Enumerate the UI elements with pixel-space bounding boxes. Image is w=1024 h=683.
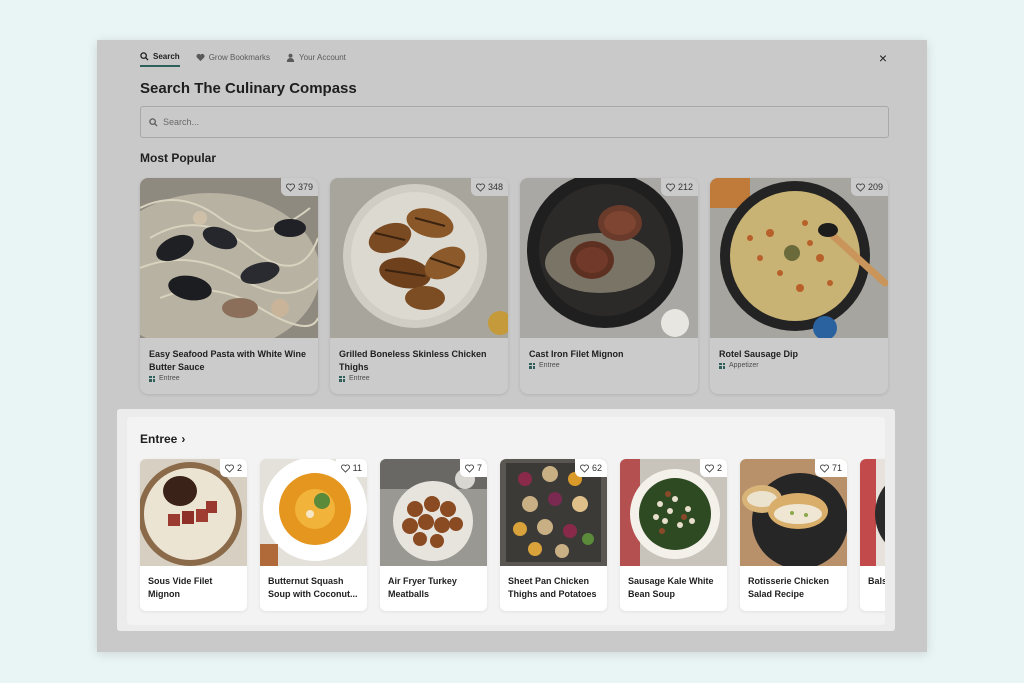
most-popular-list: 379 Easy Seafood Pasta with White Wine B… (140, 178, 888, 394)
entree-carousel[interactable]: 2 Sous Vide Filet Mignon 11 Butternut Sq… (140, 459, 885, 611)
like-count-value: 11 (352, 463, 362, 473)
recipe-image-filet-mignon (520, 178, 698, 338)
recipe-name: Balsamic Chicken (868, 576, 885, 586)
recipe-name: Easy Seafood Pasta with White Wine Butte… (149, 349, 306, 372)
recipe-card[interactable]: 11 Butternut Squash Soup with Coconut... (260, 459, 367, 611)
like-count[interactable]: 348 (470, 178, 508, 196)
like-count[interactable]: 379 (280, 178, 318, 196)
heart-icon (475, 182, 485, 192)
heart-icon (196, 53, 205, 61)
like-count-value: 209 (867, 182, 883, 192)
search-modal: Search Grow Bookmarks Your Account × Sea… (97, 40, 927, 652)
like-count-value: 2 (716, 463, 722, 473)
like-count[interactable]: 71 (814, 459, 847, 477)
recipe-image-grilled-chicken (330, 178, 508, 338)
like-count-value: 2 (236, 463, 242, 473)
category-icon (339, 375, 345, 382)
entree-panel: Entree › 2 Sous Vide Filet Mignon 11 But… (127, 417, 885, 625)
recipe-name: Butternut Squash Soup with Coconut... (268, 576, 358, 599)
heart-icon (855, 182, 865, 192)
category-icon (529, 362, 535, 369)
recipe-card[interactable]: 379 Easy Seafood Pasta with White Wine B… (140, 178, 318, 394)
like-count[interactable]: 209 (850, 178, 888, 196)
like-count-value: 379 (297, 182, 313, 192)
recipe-category-label: Entree (349, 375, 370, 382)
recipe-card[interactable]: 212 Cast Iron Filet Mignon Entree (520, 178, 698, 394)
heart-icon (820, 463, 829, 473)
search-input[interactable] (163, 117, 888, 127)
heart-icon (465, 463, 474, 473)
recipe-category-label: Entree (539, 362, 560, 369)
like-count-value: 348 (487, 182, 503, 192)
like-count[interactable]: 212 (660, 178, 698, 196)
recipe-name: Air Fryer Turkey Meatballs (388, 576, 457, 599)
recipe-category-label: Entree (159, 375, 180, 382)
entree-heading-link[interactable]: Entree › (140, 432, 185, 446)
like-count-value: 62 (591, 463, 602, 473)
recipe-card[interactable]: 2 Sausage Kale White Bean Soup (620, 459, 727, 611)
recipe-name: Sausage Kale White Bean Soup (628, 576, 714, 599)
recipe-image-seafood-pasta (140, 178, 318, 338)
like-count-value: 7 (476, 463, 482, 473)
tab-search-label: Search (153, 51, 180, 61)
page-title: Search The Culinary Compass (140, 80, 357, 97)
modal-tabs: Search Grow Bookmarks Your Account (140, 47, 346, 67)
heart-icon (225, 463, 234, 473)
recipe-image-rotel-dip (710, 178, 888, 338)
recipe-category: Entree (140, 374, 318, 383)
tab-your-account[interactable]: Your Account (286, 47, 346, 67)
heart-icon (580, 463, 589, 473)
recipe-category: Appetizer (710, 361, 888, 370)
most-popular-heading: Most Popular (140, 151, 217, 165)
category-icon (719, 362, 725, 369)
tab-grow-bookmarks[interactable]: Grow Bookmarks (196, 47, 270, 67)
recipe-name: Sous Vide Filet Mignon (148, 576, 213, 599)
recipe-card[interactable]: 209 Rotel Sausage Dip Appetizer (710, 178, 888, 394)
entree-section: Entree › 2 Sous Vide Filet Mignon 11 But… (117, 409, 895, 631)
recipe-card[interactable]: 71 Rotisserie Chicken Salad Recipe (740, 459, 847, 611)
search-icon (140, 51, 149, 61)
recipe-card[interactable]: 348 Grilled Boneless Skinless Chicken Th… (330, 178, 508, 394)
like-count[interactable]: 62 (574, 459, 607, 477)
tab-search[interactable]: Search (140, 47, 180, 67)
like-count[interactable]: 2 (699, 459, 727, 477)
recipe-name: Sheet Pan Chicken Thighs and Potatoes (508, 576, 597, 599)
category-icon (149, 375, 155, 382)
search-field[interactable] (140, 106, 889, 138)
like-count-value: 212 (677, 182, 693, 192)
heart-icon (340, 463, 350, 473)
close-icon[interactable]: × (879, 50, 887, 66)
recipe-category: Entree (520, 361, 698, 370)
like-count-value: 71 (831, 463, 842, 473)
heart-icon (705, 463, 714, 473)
chevron-right-icon: › (181, 432, 186, 446)
like-count[interactable]: 11 (335, 459, 367, 477)
recipe-name: Grilled Boneless Skinless Chicken Thighs (339, 349, 487, 372)
heart-icon (285, 182, 295, 192)
recipe-category-label: Appetizer (729, 362, 759, 369)
entree-heading-label: Entree (140, 432, 178, 446)
recipe-card[interactable]: 7 Air Fryer Turkey Meatballs (380, 459, 487, 611)
tab-your-account-label: Your Account (299, 52, 346, 62)
recipe-image-partial (860, 459, 885, 566)
tab-grow-bookmarks-label: Grow Bookmarks (208, 52, 271, 62)
recipe-card[interactable]: 2 Sous Vide Filet Mignon (140, 459, 247, 611)
like-count[interactable]: 7 (459, 459, 487, 477)
recipe-category: Entree (330, 374, 508, 383)
recipe-name: Rotisserie Chicken Salad Recipe (748, 576, 830, 599)
heart-icon (665, 182, 675, 192)
user-icon (286, 53, 295, 62)
recipe-name: Rotel Sausage Dip (719, 349, 799, 359)
recipe-card[interactable]: Balsamic Chicken (860, 459, 885, 611)
search-icon (149, 117, 158, 127)
recipe-name: Cast Iron Filet Mignon (529, 349, 624, 359)
recipe-card[interactable]: 62 Sheet Pan Chicken Thighs and Potatoes (500, 459, 607, 611)
like-count[interactable]: 2 (219, 459, 247, 477)
